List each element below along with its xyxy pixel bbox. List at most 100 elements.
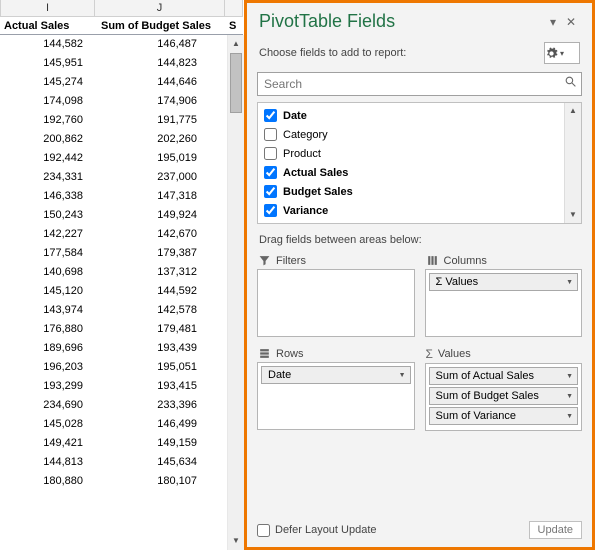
header-budget-sales[interactable]: Sum of Budget Sales: [95, 17, 225, 35]
cell-actual[interactable]: 149,421: [0, 434, 95, 453]
header-next[interactable]: S: [225, 17, 243, 35]
table-row[interactable]: 150,243149,924: [0, 206, 227, 225]
columns-dropzone[interactable]: Σ Values▼: [425, 269, 583, 337]
field-checkbox[interactable]: [264, 147, 277, 160]
column-letter-next[interactable]: [225, 0, 243, 17]
update-button[interactable]: Update: [529, 521, 582, 539]
cell-actual[interactable]: 143,974: [0, 301, 95, 320]
cell-budget[interactable]: 137,312: [95, 263, 225, 282]
table-row[interactable]: 177,584179,387: [0, 244, 227, 263]
scroll-up-icon[interactable]: ▲: [228, 35, 244, 53]
cell-budget[interactable]: 144,646: [95, 73, 225, 92]
values-dropzone[interactable]: Sum of Actual Sales▼ Sum of Budget Sales▼…: [425, 363, 583, 431]
table-row[interactable]: 234,331237,000: [0, 168, 227, 187]
cell-budget[interactable]: 180,107: [95, 472, 225, 491]
cell-actual[interactable]: 193,299: [0, 377, 95, 396]
column-letter-j[interactable]: J: [95, 0, 225, 17]
defer-checkbox-label[interactable]: Defer Layout Update: [257, 524, 523, 537]
panel-close-button[interactable]: ✕: [562, 13, 580, 31]
cell-budget[interactable]: 195,051: [95, 358, 225, 377]
search-input[interactable]: [258, 77, 559, 91]
defer-checkbox[interactable]: [257, 524, 270, 537]
cell-budget[interactable]: 193,415: [95, 377, 225, 396]
cell-budget[interactable]: 144,823: [95, 54, 225, 73]
cell-actual[interactable]: 142,227: [0, 225, 95, 244]
fieldlist-scrollbar[interactable]: ▲ ▼: [564, 103, 581, 223]
table-row[interactable]: 142,227142,670: [0, 225, 227, 244]
cell-actual[interactable]: 144,582: [0, 35, 95, 54]
cell-actual[interactable]: 192,760: [0, 111, 95, 130]
table-row[interactable]: 200,862202,260: [0, 130, 227, 149]
table-row[interactable]: 140,698137,312: [0, 263, 227, 282]
table-row[interactable]: 143,974142,578: [0, 301, 227, 320]
cell-budget[interactable]: 233,396: [95, 396, 225, 415]
cell-budget[interactable]: 179,387: [95, 244, 225, 263]
cell-actual[interactable]: 150,243: [0, 206, 95, 225]
field-checkbox[interactable]: [264, 185, 277, 198]
filters-dropzone[interactable]: [257, 269, 415, 337]
area-field-pill[interactable]: Sum of Variance▼: [429, 407, 579, 425]
cell-budget[interactable]: 146,487: [95, 35, 225, 54]
cell-budget[interactable]: 179,481: [95, 320, 225, 339]
field-item[interactable]: Budget Sales: [258, 182, 581, 201]
cell-actual[interactable]: 146,338: [0, 187, 95, 206]
field-item[interactable]: Category: [258, 125, 581, 144]
cell-actual[interactable]: 140,698: [0, 263, 95, 282]
field-item[interactable]: Variance: [258, 201, 581, 220]
field-checkbox[interactable]: [264, 109, 277, 122]
field-checkbox[interactable]: [264, 204, 277, 217]
table-row[interactable]: 193,299193,415: [0, 377, 227, 396]
cell-actual[interactable]: 189,696: [0, 339, 95, 358]
area-field-pill[interactable]: Sum of Actual Sales▼: [429, 367, 579, 385]
table-row[interactable]: 149,421149,159: [0, 434, 227, 453]
field-item[interactable]: Date: [258, 106, 581, 125]
scroll-down-icon[interactable]: ▼: [565, 207, 581, 223]
field-checkbox[interactable]: [264, 128, 277, 141]
table-row[interactable]: 180,880180,107: [0, 472, 227, 491]
cell-budget[interactable]: 144,592: [95, 282, 225, 301]
cell-actual[interactable]: 180,880: [0, 472, 95, 491]
cell-actual[interactable]: 144,813: [0, 453, 95, 472]
cell-budget[interactable]: 146,499: [95, 415, 225, 434]
area-field-pill[interactable]: Date▼: [261, 366, 411, 384]
header-actual-sales[interactable]: Actual Sales: [0, 17, 95, 35]
scroll-up-icon[interactable]: ▲: [565, 103, 581, 119]
cell-actual[interactable]: 145,274: [0, 73, 95, 92]
cell-actual[interactable]: 177,584: [0, 244, 95, 263]
field-item[interactable]: Product: [258, 144, 581, 163]
panel-menu-button[interactable]: ▾: [544, 13, 562, 31]
table-row[interactable]: 145,028146,499: [0, 415, 227, 434]
scroll-down-icon[interactable]: ▼: [228, 532, 244, 550]
field-checkbox[interactable]: [264, 166, 277, 179]
table-row[interactable]: 145,120144,592: [0, 282, 227, 301]
table-row[interactable]: 192,442195,019: [0, 149, 227, 168]
rows-dropzone[interactable]: Date▼: [257, 362, 415, 430]
table-row[interactable]: 145,951144,823: [0, 54, 227, 73]
cell-actual[interactable]: 174,098: [0, 92, 95, 111]
column-letter-i[interactable]: I: [0, 0, 95, 17]
cell-budget[interactable]: 202,260: [95, 130, 225, 149]
scroll-thumb[interactable]: [230, 53, 242, 113]
cell-budget[interactable]: 237,000: [95, 168, 225, 187]
table-row[interactable]: 144,813145,634: [0, 453, 227, 472]
cell-budget[interactable]: 142,578: [95, 301, 225, 320]
table-row[interactable]: 146,338147,318: [0, 187, 227, 206]
area-field-pill[interactable]: Σ Values▼: [429, 273, 579, 291]
cell-budget[interactable]: 149,924: [95, 206, 225, 225]
table-row[interactable]: 196,203195,051: [0, 358, 227, 377]
cell-actual[interactable]: 234,690: [0, 396, 95, 415]
table-row[interactable]: 192,760191,775: [0, 111, 227, 130]
field-search[interactable]: [257, 72, 582, 96]
vertical-scrollbar[interactable]: ▲ ▼: [227, 35, 244, 550]
cell-budget[interactable]: 191,775: [95, 111, 225, 130]
table-row[interactable]: 234,690233,396: [0, 396, 227, 415]
area-field-pill[interactable]: Sum of Budget Sales▼: [429, 387, 579, 405]
table-row[interactable]: 176,880179,481: [0, 320, 227, 339]
cell-budget[interactable]: 142,670: [95, 225, 225, 244]
table-row[interactable]: 144,582146,487: [0, 35, 227, 54]
cell-actual[interactable]: 145,951: [0, 54, 95, 73]
table-row[interactable]: 174,098174,906: [0, 92, 227, 111]
cell-budget[interactable]: 193,439: [95, 339, 225, 358]
cell-actual[interactable]: 234,331: [0, 168, 95, 187]
cell-budget[interactable]: 147,318: [95, 187, 225, 206]
